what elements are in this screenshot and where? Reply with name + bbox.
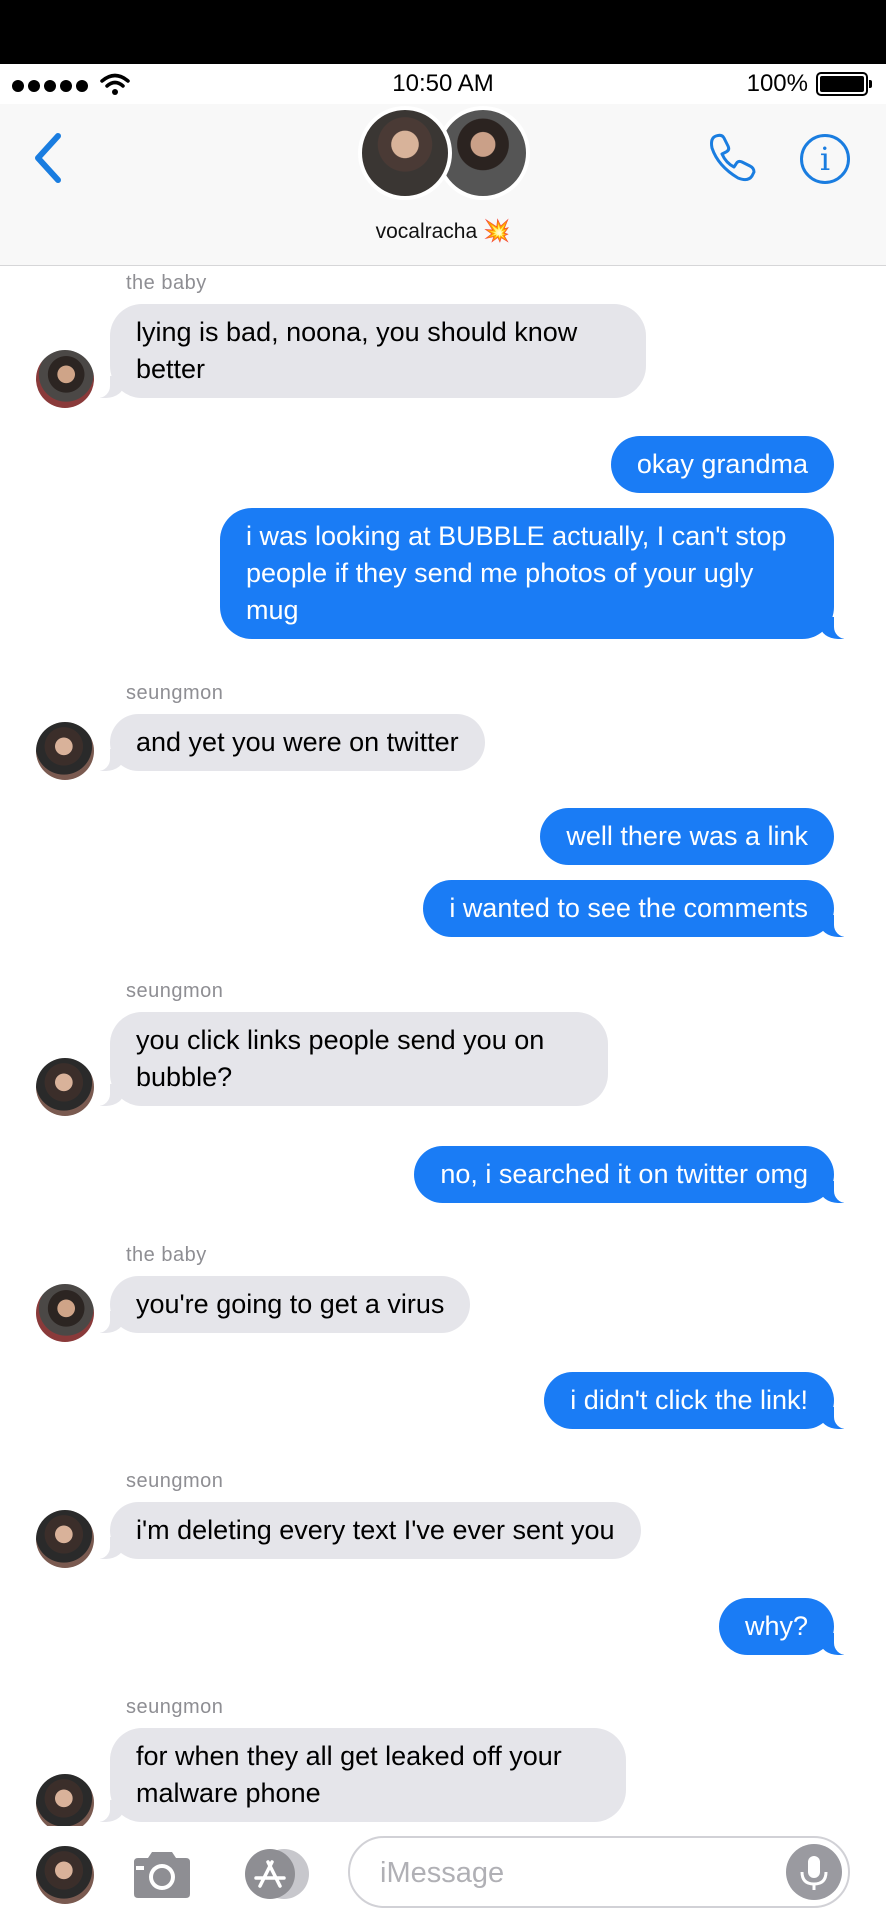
camera-icon[interactable] [130,1848,194,1900]
message-bubble-incoming[interactable]: lying is bad, noona, you should know bet… [86,304,646,398]
status-bar: 10:50 AM 100% [0,64,886,104]
message-text: i didn't click the link! [570,1385,808,1415]
message-bubble-outgoing[interactable]: i was looking at BUBBLE actually, I can'… [220,508,858,639]
message-bubble-outgoing[interactable]: why? [718,1598,859,1655]
message-text: and yet you were on twitter [136,727,459,757]
info-icon[interactable]: i [800,134,850,184]
message-text: you're going to get a virus [136,1289,445,1319]
message-text: for when they all get leaked off your ma… [136,1741,562,1808]
message-bubble-incoming[interactable]: i'm deleting every text I've ever sent y… [86,1502,641,1559]
app-store-icon[interactable] [238,1846,314,1902]
back-chevron-icon[interactable] [28,128,68,188]
message-bubble-outgoing[interactable]: okay grandma [610,436,834,493]
avatar[interactable] [36,1774,94,1826]
message-input[interactable] [380,1852,760,1894]
message-bubble-outgoing[interactable]: i didn't click the link! [544,1372,858,1429]
collision-emoji: 💥 [483,218,511,243]
avatar[interactable] [36,350,94,408]
battery-icon [816,72,872,96]
avatar[interactable] [36,1846,94,1904]
sender-name: the baby [126,1244,207,1266]
message-bubble-incoming[interactable]: you're going to get a virus [85,1276,471,1333]
message-bubble-outgoing[interactable]: i wanted to see the comments [423,880,858,937]
conversation-header: vocalracha 💥 i [0,104,886,266]
conversation-title[interactable]: vocalracha 💥 [0,218,886,244]
sender-name: seungmon [126,1696,224,1718]
battery-percent: 100% [746,70,808,97]
sender-name: seungmon [126,682,224,704]
message-bubble-incoming[interactable]: you click links people send you on bubbl… [86,1012,608,1106]
avatar[interactable] [36,722,94,780]
compose-bar [0,1826,886,1920]
message-text: i wanted to see the comments [449,893,808,923]
message-input-field[interactable] [348,1836,850,1908]
group-avatars[interactable] [358,104,530,204]
message-bubble-outgoing[interactable]: well there was a link [540,808,834,865]
message-bubble-outgoing[interactable]: no, i searched it on twitter omg [414,1146,858,1203]
message-bubble-incoming[interactable]: for when they all get leaked off your ma… [86,1728,626,1822]
message-text: okay grandma [636,449,808,479]
sender-name: seungmon [126,1470,224,1492]
message-text: lying is bad, noona, you should know bet… [136,317,578,384]
sender-name: the baby [126,272,207,294]
message-bubble-incoming[interactable]: and yet you were on twitter [86,714,485,771]
microphone-icon[interactable] [786,1844,842,1900]
avatar[interactable] [36,1284,94,1342]
avatar[interactable] [36,1510,94,1568]
avatar [358,106,452,200]
message-text: why? [744,1611,808,1641]
conversation-name: vocalracha [375,220,478,243]
top-black-band [0,0,886,64]
message-text: i was looking at BUBBLE actually, I can'… [246,521,787,625]
message-text: you click links people send you on bubbl… [136,1025,545,1092]
sender-name: seungmon [126,980,224,1002]
message-text: i'm deleting every text I've ever sent y… [136,1515,615,1545]
avatar[interactable] [36,1058,94,1116]
message-thread[interactable]: the baby lying is bad, noona, you should… [0,266,886,1826]
phone-icon[interactable] [704,130,760,186]
message-text: well there was a link [566,821,808,851]
message-text: no, i searched it on twitter omg [440,1159,808,1189]
